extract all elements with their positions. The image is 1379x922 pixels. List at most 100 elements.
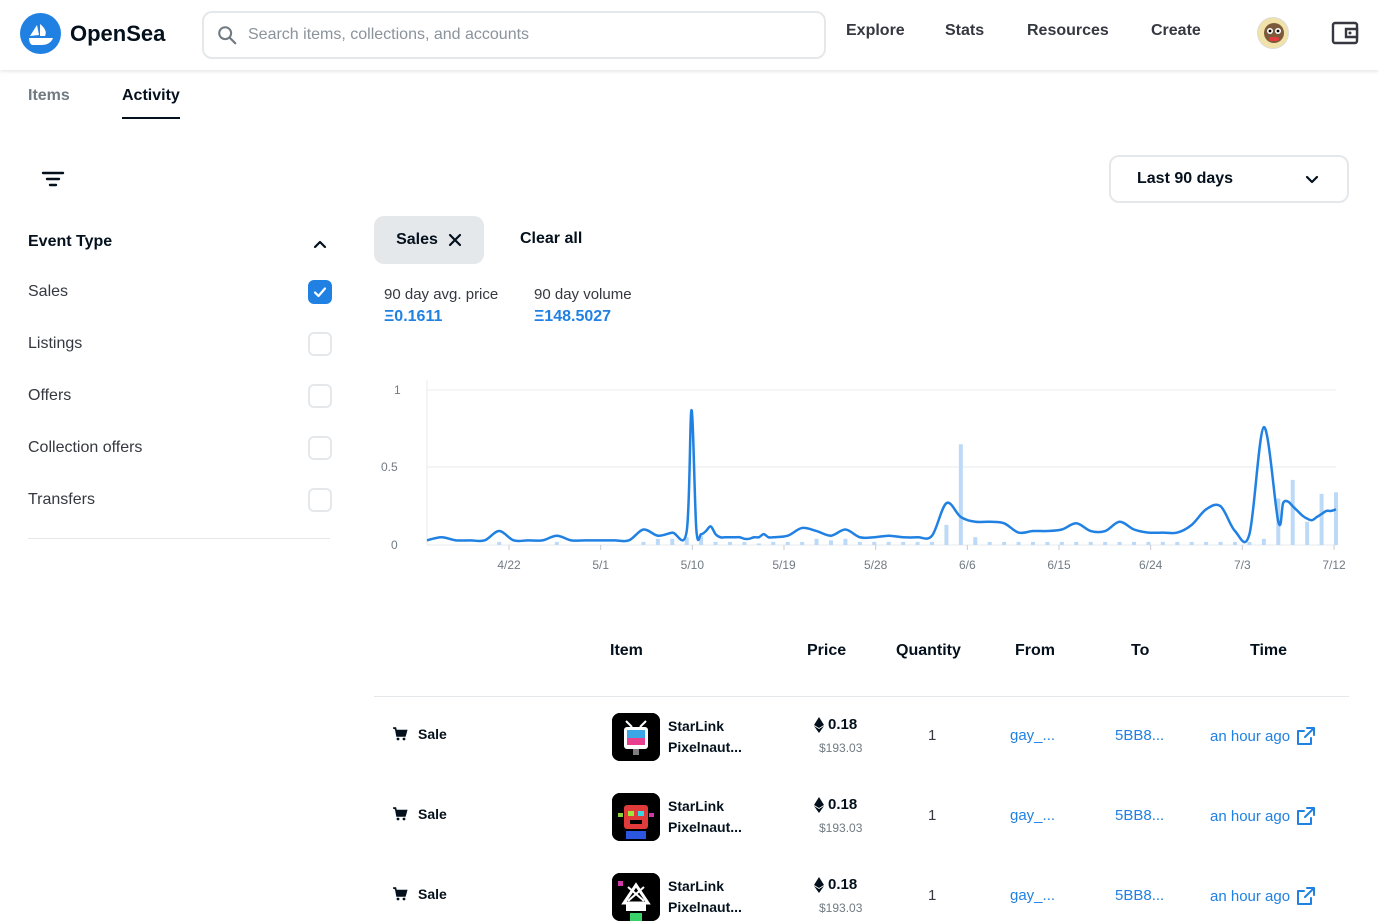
col-price: Price [807, 642, 847, 659]
price-value: 0.18 [828, 796, 858, 813]
close-icon[interactable] [448, 233, 462, 247]
quantity-value: 1 [928, 807, 937, 824]
filter-label: Transfers [28, 491, 95, 508]
from-link[interactable]: gay_... [1010, 807, 1055, 824]
volume-bar [800, 541, 805, 545]
volume-bar [872, 541, 877, 545]
chevron-down-icon [1305, 175, 1319, 184]
search-input[interactable] [248, 26, 788, 44]
volume-bar [1204, 541, 1209, 545]
volume-bar [1233, 541, 1237, 545]
profile-avatar[interactable] [1257, 17, 1289, 49]
volume-bar [1031, 541, 1035, 545]
event-label: Sale [418, 886, 447, 902]
item-thumbnail[interactable] [612, 713, 660, 761]
volume-bar [670, 538, 675, 545]
checkbox-offers[interactable] [308, 384, 332, 408]
volume-bar [1175, 541, 1180, 545]
from-link[interactable]: gay_... [1010, 887, 1055, 904]
volume-bar [1059, 541, 1064, 545]
filter-row-sales[interactable]: Sales [28, 277, 332, 307]
wallet-icon[interactable] [1330, 18, 1362, 50]
eth-icon [814, 716, 824, 733]
x-axis-ticks: 4/22 5/1 5/10 5/19 5/28 6/6 6/15 6/24 7/3 7/12 [497, 545, 1346, 572]
clear-all-button[interactable]: Clear all [520, 230, 582, 248]
tab-items[interactable]: Items [28, 87, 70, 105]
y-tick-label: 0 [391, 538, 398, 552]
filter-row-transfers[interactable]: Transfers [28, 485, 332, 515]
item-name[interactable]: StarLink Pixelnaut... [668, 716, 742, 758]
external-link-icon [1297, 727, 1316, 745]
volume-bar [987, 541, 992, 545]
volume-bar [857, 541, 862, 545]
filter-row-collection-offers[interactable]: Collection offers [28, 433, 332, 463]
to-link[interactable]: 5BB8... [1115, 727, 1164, 744]
checkbox-collection-offers[interactable] [308, 436, 332, 460]
nav-stats[interactable]: Stats [945, 22, 984, 40]
pill-label: Sales [396, 231, 438, 248]
col-to: To [1131, 642, 1150, 659]
opensea-logo[interactable]: OpenSea [20, 13, 165, 54]
price-value: 0.18 [828, 716, 858, 733]
tab-activity[interactable]: Activity [122, 87, 180, 119]
event-label: Sale [418, 726, 447, 742]
checkbox-transfers[interactable] [308, 488, 332, 512]
volume-bar [1160, 541, 1165, 545]
item-thumbnail[interactable] [612, 793, 660, 841]
item-name-line1: StarLink [668, 878, 725, 894]
price-cell: 0.18 [814, 796, 857, 813]
x-tick-label: 5/28 [864, 558, 888, 572]
volume-bar [1247, 541, 1252, 545]
price-usd: $193.03 [819, 901, 863, 915]
from-link[interactable]: gay_... [1010, 727, 1055, 744]
time-link[interactable]: an hour ago [1210, 726, 1316, 746]
time-link[interactable]: an hour ago [1210, 806, 1316, 826]
event-label: Sale [418, 806, 447, 822]
eth-icon [814, 876, 824, 893]
volume-bar [641, 541, 646, 545]
item-name[interactable]: StarLink Pixelnaut... [668, 796, 742, 838]
volume-bar [771, 541, 776, 545]
avg-price-value: Ξ0.1611 [384, 308, 443, 325]
volume-bar [1088, 541, 1093, 545]
nav-explore[interactable]: Explore [846, 22, 905, 40]
date-range-dropdown[interactable]: Last 90 days [1109, 155, 1349, 203]
volume-bar [554, 541, 559, 545]
volume-value: Ξ148.5027 [534, 308, 612, 325]
item-name[interactable]: StarLink Pixelnaut... [668, 876, 742, 918]
item-name-line1: StarLink [668, 718, 725, 734]
volume-bar [829, 540, 833, 545]
volume-bar [901, 541, 906, 545]
x-tick-label: 6/15 [1047, 558, 1071, 572]
x-tick-label: 7/3 [1234, 558, 1251, 572]
x-tick-label: 5/10 [681, 558, 705, 572]
filter-list-icon[interactable] [40, 168, 66, 190]
filter-row-offers[interactable]: Offers [28, 381, 332, 411]
search-icon [218, 26, 237, 45]
to-link[interactable]: 5BB8... [1115, 807, 1164, 824]
active-filter-pill[interactable]: Sales [374, 216, 484, 264]
nav-create[interactable]: Create [1151, 22, 1201, 40]
filter-row-listings[interactable]: Listings [28, 329, 332, 359]
x-tick-label: 7/12 [1322, 558, 1346, 572]
volume-bar [1002, 541, 1007, 545]
chevron-up-icon[interactable] [310, 234, 330, 254]
price-cell: 0.18 [814, 716, 857, 733]
opensea-logo-icon [20, 13, 61, 54]
checkbox-listings[interactable] [308, 332, 332, 356]
item-thumbnail[interactable] [612, 873, 660, 921]
volume-bar [655, 538, 660, 545]
checkbox-sales[interactable] [308, 280, 332, 304]
external-link-icon [1297, 887, 1316, 905]
item-name-line1: StarLink [668, 798, 725, 814]
volume-bar [973, 537, 978, 545]
volume-bar [1305, 521, 1310, 545]
col-quantity: Quantity [896, 642, 961, 659]
to-link[interactable]: 5BB8... [1115, 887, 1164, 904]
time-link[interactable]: an hour ago [1210, 886, 1316, 906]
date-range-value: Last 90 days [1137, 170, 1234, 187]
nav-resources[interactable]: Resources [1027, 22, 1109, 40]
search-bar[interactable] [202, 11, 826, 59]
volume-bar [497, 541, 502, 545]
volume-bar [742, 541, 747, 545]
